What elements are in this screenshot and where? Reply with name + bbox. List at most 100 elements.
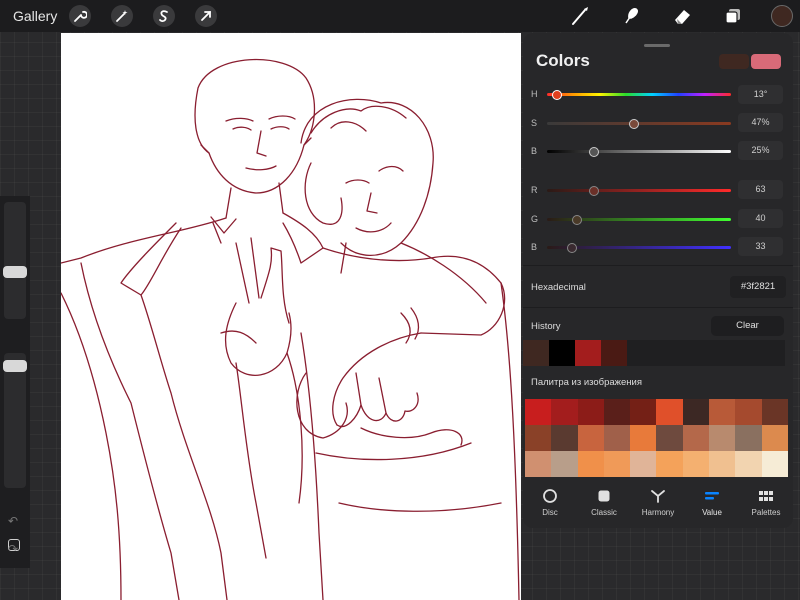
tab-label: Value xyxy=(702,508,722,517)
saturation-label: S xyxy=(531,118,538,128)
palette-swatch[interactable] xyxy=(525,451,552,477)
palette-swatch[interactable] xyxy=(551,399,578,425)
palette-swatch[interactable] xyxy=(735,425,762,451)
tab-disc[interactable]: Disc xyxy=(523,485,577,528)
red-slider[interactable] xyxy=(547,189,731,192)
clear-history-button[interactable]: Clear xyxy=(711,316,784,336)
divider xyxy=(523,265,793,266)
palette-swatch[interactable] xyxy=(603,425,631,451)
brightness-knob[interactable] xyxy=(589,147,599,157)
gallery-button[interactable]: Gallery xyxy=(13,8,57,24)
panel-grabber[interactable] xyxy=(644,44,670,47)
blue-knob[interactable] xyxy=(566,243,577,253)
palette-swatch[interactable] xyxy=(709,399,736,425)
secondary-color-swatch[interactable] xyxy=(719,54,749,69)
palette-swatch[interactable] xyxy=(551,451,578,477)
layers-icon[interactable] xyxy=(722,5,744,27)
palette-swatch[interactable] xyxy=(656,399,683,425)
left-sidebar: ↶ ↷ xyxy=(0,196,30,568)
brush-size-thumb[interactable] xyxy=(3,265,27,278)
hue-value[interactable]: 13° xyxy=(738,85,783,104)
colors-panel: Colors H 13° S 47% B 25% R 63 G 40 B 33 xyxy=(523,33,793,528)
palette-swatch[interactable] xyxy=(682,451,710,477)
palette-swatch[interactable] xyxy=(630,425,657,451)
palette-label: Палитра из изображения xyxy=(531,377,643,388)
tab-label: Classic xyxy=(591,508,617,517)
color-mode-tabs: Disc Classic Harmony Value Palettes xyxy=(523,485,793,528)
hue-knob[interactable] xyxy=(552,90,563,100)
brush-icon[interactable] xyxy=(569,5,591,27)
blue-value[interactable]: 33 xyxy=(738,237,783,256)
palette-swatch[interactable] xyxy=(603,399,631,425)
palette-swatch[interactable] xyxy=(577,451,604,477)
palette-swatch[interactable] xyxy=(551,425,578,451)
palette-swatch[interactable] xyxy=(630,399,657,425)
panel-title: Colors xyxy=(536,51,590,70)
opacity-thumb[interactable] xyxy=(3,359,27,372)
palettes-icon xyxy=(758,488,774,504)
hue-label: H xyxy=(531,89,538,99)
tab-harmony[interactable]: Harmony xyxy=(631,485,685,528)
blue-label: B xyxy=(531,242,538,252)
palette-swatch[interactable] xyxy=(761,425,788,451)
history-swatch[interactable] xyxy=(549,340,575,366)
red-label: R xyxy=(531,185,538,195)
palette-swatch[interactable] xyxy=(525,425,552,451)
undo-icon[interactable]: ↶ xyxy=(8,514,18,528)
green-knob[interactable] xyxy=(572,215,583,225)
palette-swatch[interactable] xyxy=(577,399,604,425)
line-art-sketch xyxy=(61,58,520,600)
history-swatch[interactable] xyxy=(601,340,627,366)
palette-swatch[interactable] xyxy=(682,425,710,451)
current-color-button[interactable] xyxy=(771,5,793,27)
palette-swatch[interactable] xyxy=(577,425,604,451)
palette-swatch[interactable] xyxy=(735,399,762,425)
saturation-knob[interactable] xyxy=(629,119,640,129)
palette-swatch[interactable] xyxy=(630,451,657,477)
magic-wand-icon[interactable] xyxy=(111,5,133,27)
history-swatch[interactable] xyxy=(523,340,549,366)
disc-icon xyxy=(542,488,558,504)
brightness-slider[interactable] xyxy=(547,150,731,153)
saturation-value[interactable]: 47% xyxy=(738,113,783,132)
brightness-label: B xyxy=(531,146,538,156)
palette-swatch[interactable] xyxy=(603,451,631,477)
image-palette-grid xyxy=(525,399,788,477)
palette-swatch[interactable] xyxy=(709,451,736,477)
tab-label: Disc xyxy=(542,508,558,517)
redo-icon[interactable]: ↷ xyxy=(8,542,18,556)
brightness-value[interactable]: 25% xyxy=(738,141,783,160)
tab-palettes[interactable]: Palettes xyxy=(739,485,793,528)
selection-icon[interactable] xyxy=(153,5,175,27)
red-knob[interactable] xyxy=(589,186,599,196)
top-toolbar: Gallery xyxy=(0,0,800,32)
palette-swatch[interactable] xyxy=(709,425,736,451)
palette-swatch[interactable] xyxy=(761,451,788,477)
green-value[interactable]: 40 xyxy=(738,209,783,228)
classic-icon xyxy=(596,488,612,504)
hex-label: Hexadecimal xyxy=(531,282,586,293)
brush-size-slider[interactable] xyxy=(3,202,27,319)
tab-classic[interactable]: Classic xyxy=(577,485,631,528)
palette-swatch[interactable] xyxy=(761,399,788,425)
history-swatch[interactable] xyxy=(575,340,601,366)
tab-value[interactable]: Value xyxy=(685,485,739,528)
drawing-canvas[interactable] xyxy=(61,33,521,600)
history-swatches xyxy=(523,340,785,366)
red-value[interactable]: 63 xyxy=(738,180,783,199)
primary-color-swatch[interactable] xyxy=(751,54,781,69)
smudge-icon[interactable] xyxy=(620,5,642,27)
palette-swatch[interactable] xyxy=(656,451,683,477)
palette-swatch[interactable] xyxy=(525,399,552,425)
palette-swatch[interactable] xyxy=(735,451,762,477)
palette-swatch[interactable] xyxy=(656,425,683,451)
eraser-icon[interactable] xyxy=(671,5,693,27)
value-icon xyxy=(704,488,720,504)
tab-label: Palettes xyxy=(751,508,781,517)
wrench-icon[interactable] xyxy=(69,5,91,27)
hex-input[interactable]: #3f2821 xyxy=(730,276,786,298)
opacity-slider[interactable] xyxy=(3,353,27,488)
palette-swatch[interactable] xyxy=(682,399,710,425)
hue-slider[interactable] xyxy=(547,93,731,96)
transform-arrow-icon[interactable] xyxy=(195,5,217,27)
